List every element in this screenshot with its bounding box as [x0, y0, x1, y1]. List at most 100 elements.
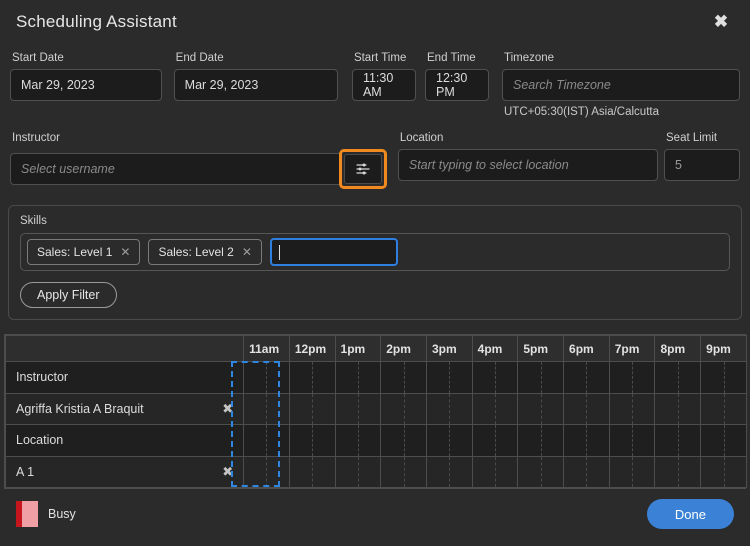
page-title: Scheduling Assistant	[16, 12, 177, 31]
skill-chip[interactable]: Sales: Level 1 ✕	[27, 239, 141, 265]
row-label-cell: Instructor	[4, 361, 245, 394]
skill-chip-label: Sales: Level 1	[37, 245, 113, 259]
timezone-field: Timezone Search Timezone UTC+05:30(IST) …	[501, 52, 740, 118]
busy-color-swatch	[16, 501, 38, 527]
skill-chip[interactable]: Sales: Level 2 ✕	[148, 239, 262, 265]
time-slot[interactable]	[243, 424, 290, 457]
time-slot[interactable]	[288, 361, 336, 394]
remove-circle-icon[interactable]: ✖	[222, 465, 233, 478]
time-slot[interactable]	[700, 361, 747, 394]
seat-limit-label: Seat Limit	[666, 132, 718, 144]
location-input[interactable]: Start typing to select location	[397, 149, 658, 181]
end-date-field: End Date Mar 29, 2023	[173, 52, 338, 101]
location-label: Location	[399, 132, 444, 144]
skills-input[interactable]	[269, 238, 398, 266]
time-slot[interactable]	[334, 392, 382, 425]
apply-filter-button[interactable]: Apply Filter	[20, 282, 117, 308]
instructor-field: Instructor Select username	[10, 132, 387, 189]
scheduling-assistant-dialog: Scheduling Assistant ✖ Start Date Mar 29…	[0, 0, 750, 546]
start-time-input[interactable]: 11:30 AM	[351, 69, 416, 101]
time-slot[interactable]	[380, 392, 427, 425]
row-label: Agriffa Kristia A Braquit	[16, 401, 144, 416]
time-slot[interactable]	[334, 361, 382, 394]
time-slot[interactable]	[654, 424, 702, 457]
time-slot[interactable]	[700, 424, 747, 457]
time-slot[interactable]	[425, 392, 473, 425]
instructor-filter-highlight	[339, 149, 387, 189]
hour-header: 5pm	[517, 335, 565, 362]
row-label: A 1	[16, 464, 35, 479]
time-slot[interactable]	[517, 424, 565, 457]
schedule-table: 11am 12pm 1pm 2pm 3pm 4pm 5pm 6pm 7pm 8p…	[4, 335, 747, 488]
time-slot[interactable]	[563, 424, 610, 457]
hour-header: 2pm	[380, 335, 427, 362]
end-time-label: End Time	[427, 52, 476, 64]
start-date-label: Start Date	[12, 52, 64, 64]
row-label: Location	[16, 433, 64, 448]
time-slot[interactable]	[425, 424, 473, 457]
location-field: Location Start typing to select location	[397, 132, 658, 181]
date-time-row: Start Date Mar 29, 2023 End Date Mar 29,…	[10, 52, 740, 118]
busy-legend: Busy	[16, 501, 76, 527]
hour-header: 6pm	[563, 335, 610, 362]
hour-header: 4pm	[471, 335, 519, 362]
busy-legend-label: Busy	[48, 507, 76, 521]
skills-panel: Skills Sales: Level 1 ✕ Sales: Level 2 ✕…	[8, 205, 742, 320]
time-slot[interactable]	[563, 392, 610, 425]
seat-limit-field: Seat Limit 5	[664, 132, 740, 181]
close-icon[interactable]: ✕	[242, 246, 252, 258]
time-slot[interactable]	[425, 361, 473, 394]
start-date-input[interactable]: Mar 29, 2023	[10, 69, 162, 101]
close-icon[interactable]: ✕	[120, 246, 130, 258]
instructor-label: Instructor	[12, 132, 60, 144]
time-slot[interactable]	[608, 392, 656, 425]
start-time-field: Start Time 11:30 AM	[351, 52, 416, 101]
time-slot[interactable]	[471, 361, 519, 394]
timezone-input[interactable]: Search Timezone	[501, 69, 740, 101]
resource-column-header	[4, 335, 245, 362]
table-row: Agriffa Kristia A Braquit ✖	[4, 392, 747, 425]
done-button[interactable]: Done	[646, 499, 734, 529]
time-slot[interactable]	[517, 361, 565, 394]
hour-header: 8pm	[654, 335, 702, 362]
time-slot[interactable]	[471, 424, 519, 457]
time-slot[interactable]	[288, 424, 336, 457]
time-slot[interactable]	[243, 361, 290, 394]
time-slot[interactable]	[563, 361, 610, 394]
sliders-icon[interactable]	[344, 154, 382, 184]
skills-label: Skills	[20, 215, 47, 227]
timezone-label: Timezone	[503, 52, 555, 64]
time-slot[interactable]	[517, 392, 565, 425]
end-time-input[interactable]: 12:30 PM	[425, 69, 490, 101]
hour-header: 12pm	[288, 335, 336, 362]
hour-header: 1pm	[334, 335, 382, 362]
seat-limit-input[interactable]: 5	[664, 149, 740, 181]
skills-chips-container[interactable]: Sales: Level 1 ✕ Sales: Level 2 ✕	[20, 233, 730, 271]
schedule-header-row: 11am 12pm 1pm 2pm 3pm 4pm 5pm 6pm 7pm 8p…	[4, 335, 747, 362]
timezone-note: UTC+05:30(IST) Asia/Calcutta	[503, 106, 659, 118]
form-area: Start Date Mar 29, 2023 End Date Mar 29,…	[0, 44, 750, 189]
end-date-input[interactable]: Mar 29, 2023	[173, 69, 338, 101]
hour-header: 9pm	[700, 335, 747, 362]
instructor-input[interactable]: Select username	[10, 153, 340, 185]
remove-circle-icon[interactable]: ✖	[222, 402, 233, 415]
row-label-cell: Agriffa Kristia A Braquit ✖	[4, 392, 245, 425]
time-slot[interactable]	[243, 392, 290, 425]
time-slot[interactable]	[700, 392, 747, 425]
time-slot[interactable]	[380, 424, 427, 457]
time-slot[interactable]	[334, 424, 382, 457]
time-slot[interactable]	[288, 392, 336, 425]
row-label-cell: Location	[4, 424, 245, 457]
start-date-field: Start Date Mar 29, 2023	[10, 52, 162, 101]
time-slot[interactable]	[608, 361, 656, 394]
skill-chip-label: Sales: Level 2	[158, 245, 234, 259]
table-row: Instructor	[4, 361, 747, 394]
table-row: Location	[4, 424, 747, 457]
time-slot[interactable]	[608, 424, 656, 457]
time-slot[interactable]	[654, 361, 702, 394]
time-slot[interactable]	[380, 361, 427, 394]
time-slot[interactable]	[471, 392, 519, 425]
time-slot[interactable]	[654, 392, 702, 425]
close-icon[interactable]: ✖	[706, 6, 736, 36]
hour-header: 7pm	[608, 335, 656, 362]
